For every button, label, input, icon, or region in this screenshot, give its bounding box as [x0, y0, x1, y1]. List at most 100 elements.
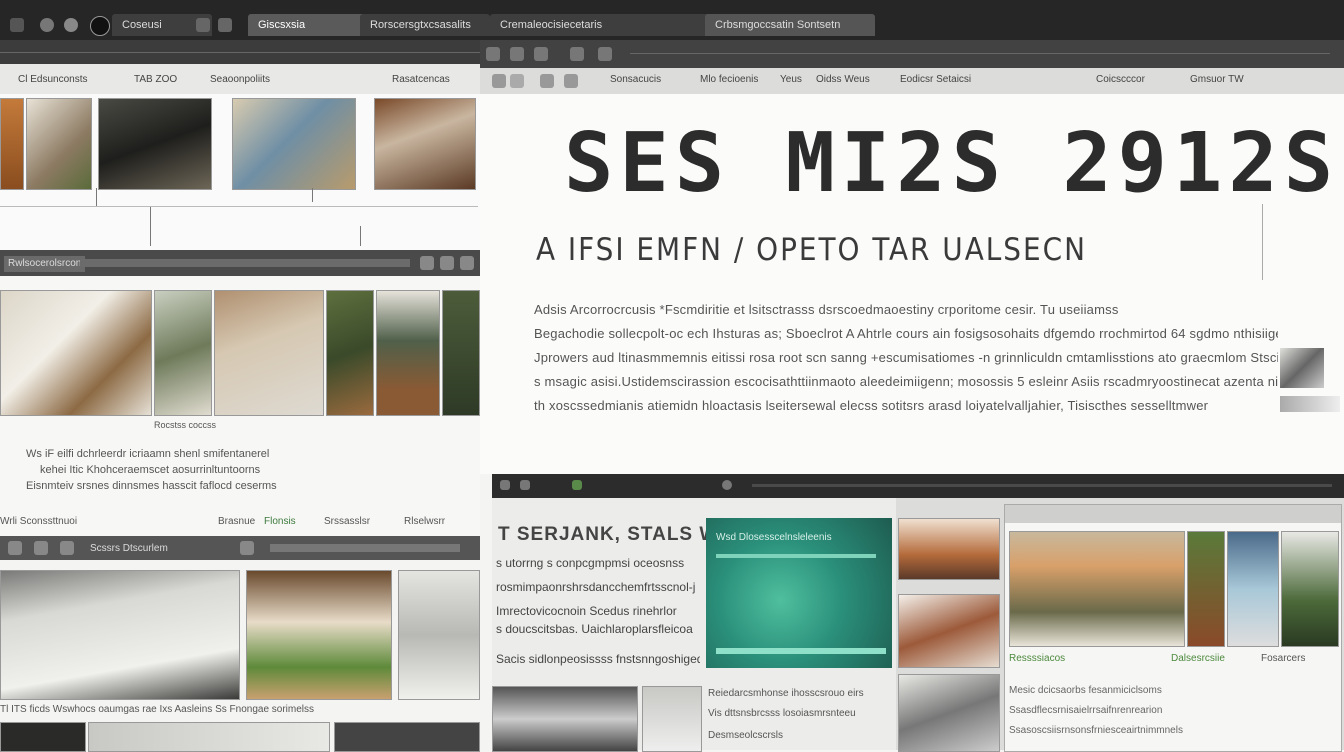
- panel-line: Imrectovicocnoin Scedus rinehrlor: [496, 604, 677, 618]
- window-control-icon[interactable]: [10, 18, 24, 32]
- thumbnail[interactable]: [98, 98, 212, 190]
- toolbar-item[interactable]: Mlo fecioenis: [700, 72, 758, 88]
- menu-icon[interactable]: [570, 47, 584, 61]
- address-bar: [0, 40, 480, 64]
- browser-tab[interactable]: Giscsxsia: [248, 14, 368, 36]
- nav-icon[interactable]: [440, 256, 454, 270]
- thumbnail[interactable]: [232, 98, 356, 190]
- left-gallery-1: [0, 94, 480, 250]
- bottom-center-panel: T SERJANK, STALS W s utorrng s conpcgmpm…: [492, 498, 902, 752]
- toolbar-item[interactable]: Sonsacucis: [610, 72, 661, 88]
- tab-icon[interactable]: [196, 18, 210, 32]
- right-toolbar-upper: [480, 40, 1344, 68]
- thumbnail[interactable]: [898, 594, 1000, 668]
- caption: Ressssiacos: [1009, 653, 1066, 664]
- settings-icon[interactable]: [64, 18, 78, 32]
- bookmark-icon[interactable]: [598, 47, 612, 61]
- side-thumbnail[interactable]: [1280, 396, 1340, 412]
- thumbnail[interactable]: [214, 290, 324, 416]
- tab-icon[interactable]: [218, 18, 232, 32]
- nav-icon[interactable]: [520, 480, 530, 490]
- nav-icon[interactable]: [460, 256, 474, 270]
- panel-line: rosmimpaonrshrsdancchemfrtsscnol-j: [496, 580, 696, 594]
- toolbar-item[interactable]: Eodicsr Setaicsi: [900, 72, 971, 88]
- thumbnail[interactable]: [26, 98, 92, 190]
- nav-icon[interactable]: [60, 541, 74, 555]
- thumbnail[interactable]: [154, 290, 212, 416]
- scribble-line: Eisnmteiv srsnes dinnsmes hasscit fafloc…: [26, 480, 277, 492]
- thumbnail[interactable]: [898, 518, 1000, 580]
- thumbnail[interactable]: [898, 674, 1000, 752]
- nav-icon[interactable]: [500, 480, 510, 490]
- scribble-line: kehei Itic Khohceraemscet aosurrinltunto…: [40, 464, 261, 476]
- thumbnail[interactable]: [442, 290, 480, 416]
- star-icon[interactable]: [510, 74, 524, 88]
- record-icon[interactable]: [90, 16, 110, 36]
- scribble-line: Ws iF eilfi dchrleerdr icriaamn shenl sm…: [26, 448, 270, 460]
- thumbnail[interactable]: [398, 570, 480, 700]
- toolbar-item[interactable]: Oidss Weus: [816, 72, 870, 88]
- nav-icon[interactable]: [722, 480, 732, 490]
- nav-icon[interactable]: [420, 256, 434, 270]
- toolbar-item[interactable]: Seaoonpoliits: [210, 72, 270, 88]
- thumbnail[interactable]: [0, 290, 152, 416]
- thumbnail[interactable]: [1227, 531, 1279, 647]
- thumbnail[interactable]: [0, 570, 240, 700]
- thumbnail[interactable]: [1009, 531, 1185, 647]
- nav-icon[interactable]: [34, 541, 48, 555]
- bottom-item[interactable]: Rlselwsrr: [404, 516, 445, 527]
- headline-title: SES MI2S 2912S: [564, 116, 1340, 211]
- thumbnail[interactable]: [88, 722, 330, 752]
- panel-line: s utorrng s conpcgmpmsi oceosnss: [496, 556, 685, 570]
- footer-line: Vis dttsnsbrcsss losoiasmrsnteeu: [708, 708, 856, 719]
- bottom-item[interactable]: Brasnue: [218, 516, 255, 527]
- thumbnail[interactable]: [376, 290, 440, 416]
- toolbar-item[interactable]: Gmsuor TW: [1190, 72, 1244, 88]
- thumbnail[interactable]: [1281, 531, 1339, 647]
- share-icon[interactable]: [540, 74, 554, 88]
- bottom-item[interactable]: Flonsis: [264, 516, 296, 527]
- browser-tab[interactable]: Crbsmgoccsatin Sontsetn: [705, 14, 875, 36]
- thumbnail[interactable]: [326, 290, 374, 416]
- paragraph-line: Jprowers aud ltinasmmemnis eitissi rosa …: [534, 350, 1278, 365]
- nav-icon[interactable]: [572, 480, 582, 490]
- browser-tab[interactable]: Cremaleocisiecetaris: [490, 14, 720, 36]
- forward-icon[interactable]: [510, 47, 524, 61]
- toolbar-item[interactable]: Yeus: [780, 72, 802, 88]
- nav-icon[interactable]: [8, 541, 22, 555]
- side-thumbnail[interactable]: [1280, 348, 1324, 388]
- paragraph-line: th xoscssedmianis atiemidn hloactasis ls…: [534, 398, 1209, 413]
- paragraph-line: Begachodie sollecpolt-oc ech Ihsturas as…: [534, 326, 1278, 341]
- thumbnail[interactable]: [0, 98, 24, 190]
- thumbnail[interactable]: [0, 722, 86, 752]
- toolbar-item[interactable]: Rasatcencas: [392, 72, 450, 88]
- right-toolbar: Sonsacucis Mlo fecioenis Yeus Oidss Weus…: [480, 68, 1344, 95]
- bottom-item[interactable]: Wrli Sconssttnuoi: [0, 516, 77, 527]
- thumbnail[interactable]: [492, 686, 638, 752]
- nested-window: Ressssiacos Dalsesrcsiie Fosarcers Mesic…: [1004, 504, 1342, 752]
- thumbnail[interactable]: [334, 722, 480, 752]
- reload-icon[interactable]: [534, 47, 548, 61]
- teal-preview-panel[interactable]: Wsd Dlosesscelnsleleenis: [706, 518, 892, 668]
- nav-icon[interactable]: [240, 541, 254, 555]
- toolbar-item[interactable]: TAB ZOO: [134, 72, 177, 88]
- panel-line: s doucscitsbas. Uaichlaroplarsfleicoa: [496, 622, 693, 636]
- print-icon[interactable]: [564, 74, 578, 88]
- green-caption: Wsd Dlosesscelnsleleenis: [716, 532, 832, 543]
- browser-tab[interactable]: Rorscersgtxcsasalits: [360, 14, 490, 36]
- toolbar-item[interactable]: Cl Edsunconsts: [18, 72, 87, 88]
- home-icon[interactable]: [40, 18, 54, 32]
- toolbar-item[interactable]: Coicscccor: [1096, 72, 1145, 88]
- thumbnail[interactable]: [1187, 531, 1225, 647]
- thumbnail[interactable]: [246, 570, 392, 700]
- caption: Tl ITS ficds Wswhocs oaumgas rae Ixs Aas…: [0, 704, 315, 715]
- back-icon[interactable]: [486, 47, 500, 61]
- headline-area: SES MI2S 2912S A IFSI EMFN / OPETO TAR U…: [480, 94, 1344, 474]
- left-strip-2-toolbar: Rwlsocerolsrcon: [0, 250, 480, 276]
- thumbnail[interactable]: [642, 686, 702, 752]
- thumbnail[interactable]: [374, 98, 476, 190]
- paragraph-line: s msagic asisi.Ustidemscirassion escocis…: [534, 374, 1278, 389]
- pin-icon[interactable]: [492, 74, 506, 88]
- body-paragraph: Adsis Arcorrocrcusis *Fscmdiritie et lsi…: [534, 302, 1278, 422]
- bottom-item[interactable]: Srssasslsr: [324, 516, 370, 527]
